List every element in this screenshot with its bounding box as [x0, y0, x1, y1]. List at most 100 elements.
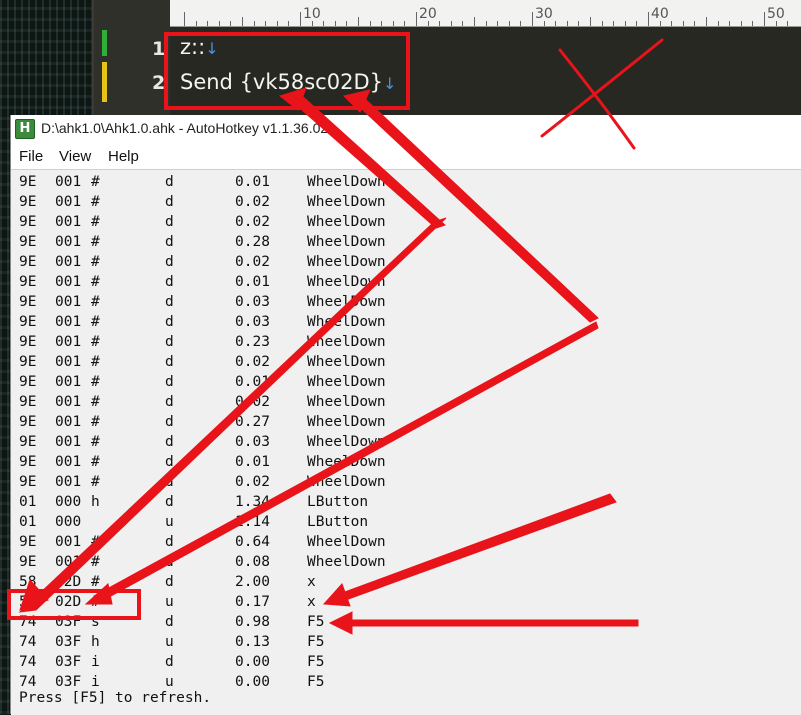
col-updown: d — [165, 334, 174, 350]
col-vk: 9E — [19, 334, 37, 350]
col-sc: 001 — [55, 474, 82, 490]
line-number: 2 — [152, 72, 166, 94]
col-sc: 001 — [55, 234, 82, 250]
col-vk: 9E — [19, 354, 37, 370]
col-sc: 001 — [55, 274, 82, 290]
col-elapsed: 0.02 — [235, 254, 270, 270]
col-updown: d — [165, 654, 174, 670]
col-sc: 001 — [55, 434, 82, 450]
col-sc: 001 — [55, 414, 82, 430]
ruler-tick — [207, 21, 209, 26]
code-line-1[interactable]: z::↓ — [180, 35, 219, 59]
col-key: WheelDown — [307, 194, 386, 210]
col-vk: 74 — [19, 674, 37, 690]
ruler-tick — [276, 21, 278, 26]
col-elapsed: 0.03 — [235, 294, 270, 310]
col-vk: 9E — [19, 534, 37, 550]
autohotkey-window: H D:\ahk1.0\Ahk1.0.ahk - AutoHotkey v1.1… — [10, 115, 801, 715]
menu-view[interactable]: View — [59, 148, 91, 165]
col-updown: d — [165, 354, 174, 370]
ruler-number: 10 — [303, 6, 321, 22]
col-vk: 9E — [19, 274, 37, 290]
col-elapsed: 0.02 — [235, 394, 270, 410]
ruler-tick — [717, 21, 719, 26]
ruler-tick — [381, 21, 383, 26]
col-updown: u — [165, 634, 174, 650]
ruler-tick — [404, 21, 406, 26]
col-vk: 9E — [19, 394, 37, 410]
code-line-2[interactable]: Send {vk58sc02D}↓ — [180, 70, 396, 94]
col-flags: # — [91, 554, 100, 570]
col-vk: 9E — [19, 194, 37, 210]
col-flags: # — [91, 194, 100, 210]
col-vk: 58 — [19, 594, 37, 610]
ruler-tick — [520, 21, 522, 26]
col-key: F5 — [307, 654, 325, 670]
col-flags: # — [91, 174, 100, 190]
col-flags: # — [91, 334, 100, 350]
col-key: WheelDown — [307, 434, 386, 450]
col-updown: u — [165, 674, 174, 690]
col-vk: 9E — [19, 174, 37, 190]
col-vk: 01 — [19, 514, 37, 530]
col-updown: d — [165, 474, 174, 490]
col-elapsed: 0.28 — [235, 234, 270, 250]
ruler-tick — [578, 21, 580, 26]
refresh-hint: Press [F5] to refresh. — [19, 690, 212, 706]
col-key: LButton — [307, 514, 369, 530]
menu-file[interactable]: File — [19, 148, 43, 165]
autohotkey-app-icon: H — [15, 119, 35, 139]
col-sc: 03F — [55, 654, 82, 670]
col-vk: 9E — [19, 434, 37, 450]
col-elapsed: 0.02 — [235, 474, 270, 490]
ruler-tick — [184, 12, 185, 26]
col-key: WheelDown — [307, 454, 386, 470]
col-flags: # — [91, 394, 100, 410]
col-updown: u — [165, 594, 174, 610]
col-flags: # — [91, 254, 100, 270]
col-elapsed: 0.17 — [235, 594, 270, 610]
ruler-tick — [392, 21, 394, 26]
col-vk: 9E — [19, 474, 37, 490]
title-bar[interactable]: H D:\ahk1.0\Ahk1.0.ahk - AutoHotkey v1.1… — [11, 115, 801, 143]
col-updown: d — [165, 274, 174, 290]
col-updown: d — [165, 614, 174, 630]
column-ruler: 10 20 30 40 50 — [170, 0, 801, 27]
col-sc: 000 — [55, 494, 82, 510]
ruler-tick — [648, 12, 649, 26]
col-elapsed: 0.03 — [235, 434, 270, 450]
col-sc: 02D — [55, 574, 82, 590]
menu-help[interactable]: Help — [108, 148, 139, 165]
ruler-tick — [532, 12, 533, 26]
col-vk: 9E — [19, 294, 37, 310]
ruler-tick — [624, 21, 626, 26]
col-flags: # — [91, 454, 100, 470]
col-flags: # — [91, 294, 100, 310]
ruler-tick — [601, 21, 603, 26]
change-marker-green — [102, 30, 107, 56]
ruler-tick — [288, 21, 290, 26]
ruler-tick — [218, 21, 220, 26]
ruler-tick — [682, 21, 684, 26]
col-vk: 74 — [19, 614, 37, 630]
col-elapsed: 0.00 — [235, 654, 270, 670]
col-elapsed: 0.08 — [235, 554, 270, 570]
ruler-tick — [474, 17, 475, 26]
ruler-tick — [671, 21, 673, 26]
col-flags: i — [91, 674, 100, 690]
col-flags: # — [91, 374, 100, 390]
col-flags: # — [91, 214, 100, 230]
ruler-tick — [508, 21, 510, 26]
col-vk: 9E — [19, 254, 37, 270]
col-updown: d — [165, 534, 174, 550]
key-history-list[interactable]: 9E 001 # d 0.01 WheelDown 9E 001 # d 0.02 WheelDown… — [11, 169, 801, 715]
col-updown: d — [165, 214, 174, 230]
col-elapsed: 1.14 — [235, 514, 270, 530]
col-elapsed: 0.64 — [235, 534, 270, 550]
menu-bar: File View Help — [11, 143, 801, 169]
col-elapsed: 0.01 — [235, 454, 270, 470]
col-sc: 001 — [55, 314, 82, 330]
ruler-tick — [369, 21, 371, 26]
ruler-tick — [740, 21, 742, 26]
col-key: WheelDown — [307, 534, 386, 550]
